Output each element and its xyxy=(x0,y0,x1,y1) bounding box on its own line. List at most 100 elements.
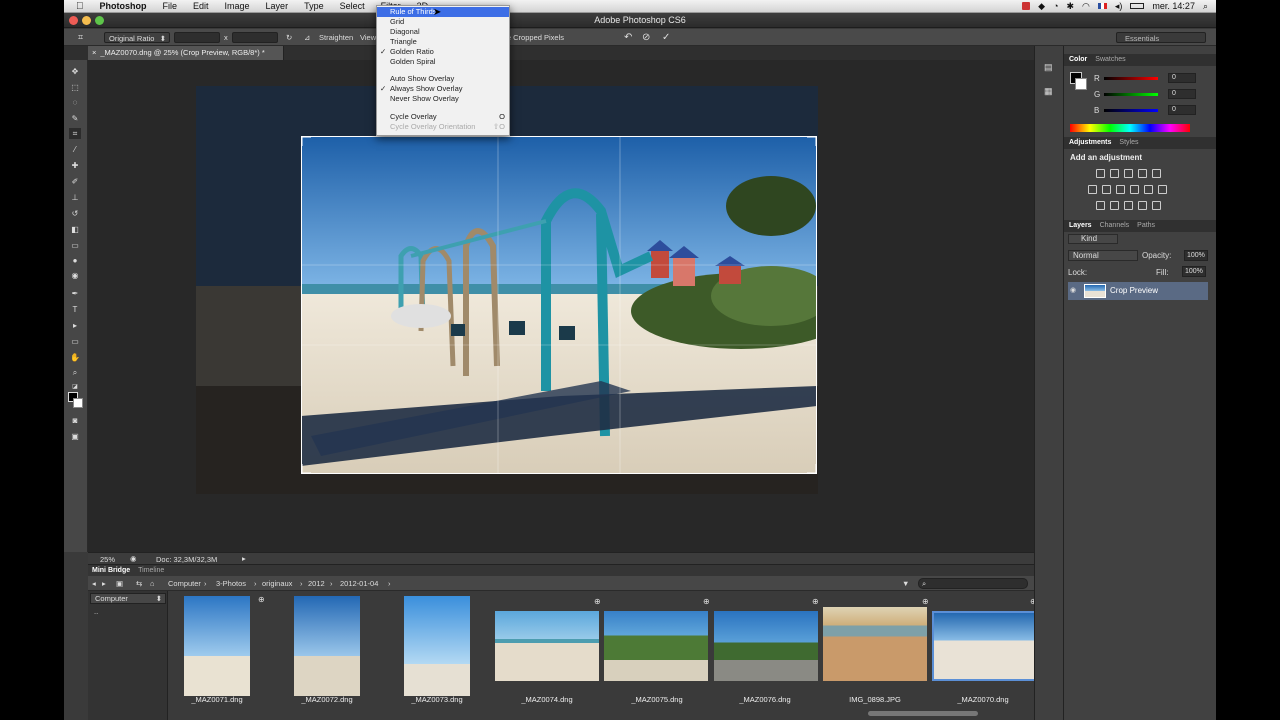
eyedropper-tool-icon[interactable]: ⁄ xyxy=(69,144,81,155)
bg-swatch[interactable] xyxy=(1075,78,1087,90)
breadcrumb-date[interactable]: 2012-01-04 xyxy=(340,576,378,591)
menu-type[interactable]: Type xyxy=(296,1,332,11)
menu-item-diagonal[interactable]: Diagonal xyxy=(377,27,509,37)
menu-item-grid[interactable]: Grid xyxy=(377,17,509,27)
doc-size[interactable]: Doc: 32,3M/32,3M xyxy=(156,555,217,564)
menu-item-golden-spiral[interactable]: Golden Spiral xyxy=(377,57,509,67)
healing-tool-icon[interactable]: ✚ xyxy=(69,160,81,171)
visibility-icon[interactable]: ◉ xyxy=(1070,286,1076,294)
filter-icon[interactable]: ▼ xyxy=(902,576,909,591)
workspace-select[interactable]: Essentials xyxy=(1116,32,1206,43)
menu-item-auto-show[interactable]: Auto Show Overlay xyxy=(377,74,509,84)
tab-layers[interactable]: Layers xyxy=(1069,220,1092,232)
width-field[interactable] xyxy=(174,32,220,43)
b-value[interactable]: 0 xyxy=(1168,105,1196,115)
wifi-icon[interactable]: ◠ xyxy=(1082,1,1090,12)
g-value[interactable]: 0 xyxy=(1168,89,1196,99)
shape-tool-icon[interactable]: ▭ xyxy=(69,336,81,347)
time-machine-icon[interactable]: ◔ xyxy=(1053,1,1058,11)
color-balance-icon[interactable] xyxy=(1102,185,1111,194)
crop-tool-icon[interactable]: ⌗ xyxy=(69,128,81,139)
menu-item-cycle-overlay[interactable]: Cycle Overlay O xyxy=(377,112,509,122)
thumbnail[interactable] xyxy=(184,596,250,696)
breadcrumb-photos[interactable]: 3-Photos xyxy=(216,576,246,591)
dodge-tool-icon[interactable]: ◉ xyxy=(69,270,81,281)
fill-value[interactable]: 100% xyxy=(1182,266,1206,277)
quick-mask-icon[interactable]: ◙ xyxy=(69,415,81,426)
blur-tool-icon[interactable]: ● xyxy=(69,255,81,266)
clock[interactable]: mer. 14:27 xyxy=(1152,1,1195,11)
ratio-select[interactable]: Original Ratio ⬍ xyxy=(104,32,170,43)
commit-icon[interactable]: ✓ xyxy=(662,32,670,43)
kind-filter[interactable]: Kind xyxy=(1068,234,1118,244)
invert-icon[interactable] xyxy=(1096,201,1105,210)
tab-mini-bridge[interactable]: Mini Bridge xyxy=(92,565,130,576)
clear-icon[interactable]: ↻ xyxy=(286,32,292,43)
thumbnail[interactable] xyxy=(604,611,708,681)
menu-item-never-show[interactable]: Never Show Overlay xyxy=(377,94,509,104)
menu-image[interactable]: Image xyxy=(217,1,258,11)
opacity-value[interactable]: 100% xyxy=(1184,250,1208,261)
hue-saturation-icon[interactable] xyxy=(1088,185,1097,194)
tab-color[interactable]: Color xyxy=(1069,54,1087,66)
history-brush-icon[interactable]: ↺ xyxy=(69,208,81,219)
breadcrumb-computer[interactable]: Computer xyxy=(168,576,201,591)
location-select[interactable]: Computer ⬍ xyxy=(90,593,166,604)
posterize-icon[interactable] xyxy=(1110,201,1119,210)
status-icon[interactable] xyxy=(1022,2,1031,10)
menu-file[interactable]: File xyxy=(155,1,186,11)
tab-swatches[interactable]: Swatches xyxy=(1095,54,1125,66)
move-tool-icon[interactable]: ✥ xyxy=(69,66,81,77)
b-slider[interactable] xyxy=(1104,109,1158,112)
tab-paths[interactable]: Paths xyxy=(1137,220,1155,232)
screen-mode-icon[interactable]: ▣ xyxy=(69,431,81,442)
photo-filter-icon[interactable] xyxy=(1130,185,1139,194)
dropbox-icon[interactable]: ◆ xyxy=(1038,1,1045,12)
straighten-icon[interactable]: ⊿ xyxy=(304,32,310,43)
crop-preview[interactable] xyxy=(301,136,817,474)
exposure-icon[interactable] xyxy=(1138,169,1147,178)
back-icon[interactable]: ◂ xyxy=(92,576,96,591)
menu-item-triangle[interactable]: Triangle xyxy=(377,37,509,47)
tab-adjustments[interactable]: Adjustments xyxy=(1069,137,1111,149)
brightness-icon[interactable] xyxy=(1096,169,1105,178)
levels-icon[interactable] xyxy=(1110,169,1119,178)
pen-tool-icon[interactable]: ✒ xyxy=(69,288,81,299)
document-tab[interactable]: × _MAZ0070.dng @ 25% (Crop Preview, RGB/8… xyxy=(88,46,284,60)
type-tool-icon[interactable]: T xyxy=(69,304,81,315)
path-select-tool-icon[interactable]: ▸ xyxy=(69,320,81,331)
hand-tool-icon[interactable]: ✋ xyxy=(69,352,81,363)
crop-tool-icon[interactable]: ⌗ xyxy=(78,32,83,43)
reset-icon[interactable]: ↶ xyxy=(624,32,632,43)
gradient-map-icon[interactable] xyxy=(1138,201,1147,210)
thumbnail[interactable] xyxy=(294,596,360,696)
channel-mixer-icon[interactable] xyxy=(1144,185,1153,194)
blend-mode-select[interactable]: Normal xyxy=(1068,250,1138,261)
status-menu-icon[interactable]: ▸ xyxy=(242,554,246,563)
zoom-tool-icon[interactable]: ⌕ xyxy=(69,367,81,378)
menu-edit[interactable]: Edit xyxy=(185,1,217,11)
spectrum-bar[interactable] xyxy=(1070,124,1190,132)
menu-item-always-show[interactable]: ✓ Always Show Overlay xyxy=(377,84,509,94)
battery-icon[interactable] xyxy=(1130,3,1145,9)
thumbnail[interactable] xyxy=(495,611,599,681)
straighten-button[interactable]: Straighten xyxy=(319,32,353,43)
r-value[interactable]: 0 xyxy=(1168,73,1196,83)
apple-icon[interactable]:  xyxy=(64,1,92,12)
r-slider[interactable] xyxy=(1104,77,1158,80)
thumbnail[interactable] xyxy=(823,607,927,681)
tab-timeline[interactable]: Timeline xyxy=(138,565,164,576)
cancel-icon[interactable]: ⊘ xyxy=(642,32,650,43)
properties-panel-icon[interactable]: ▦ xyxy=(1044,86,1053,97)
color-lookup-icon[interactable] xyxy=(1158,185,1167,194)
menu-item-rule-of-thirds[interactable]: Rule of Thirds xyxy=(377,7,509,17)
vibrance-icon[interactable] xyxy=(1152,169,1161,178)
marquee-tool-icon[interactable]: ⬚ xyxy=(69,82,81,93)
flag-icon[interactable] xyxy=(1097,3,1107,9)
gradient-tool-icon[interactable]: ▭ xyxy=(69,240,81,251)
zoom-level[interactable]: 25% xyxy=(100,555,115,564)
menu-layer[interactable]: Layer xyxy=(258,1,297,11)
tab-channels[interactable]: Channels xyxy=(1100,220,1130,232)
search-field[interactable]: ⌕ xyxy=(918,578,1028,589)
threshold-icon[interactable] xyxy=(1124,201,1133,210)
